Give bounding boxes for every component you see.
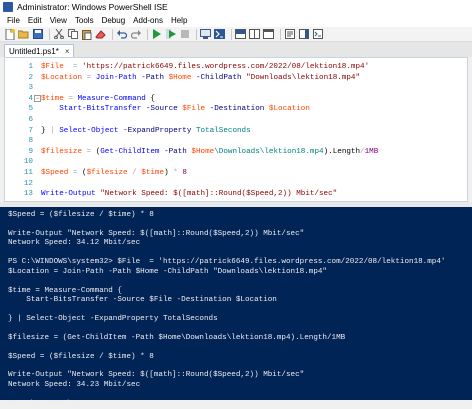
code-line: $Speed = ($filesize / $time) * 8 — [41, 168, 187, 177]
toolbar-separator — [196, 28, 197, 40]
console-line: $Location = Join-Path -Path $Home -Child… — [8, 267, 327, 276]
title-bar: Administrator: Windows PowerShell ISE — [0, 0, 472, 14]
console-line: $Speed = ($filesize / $time) * 8 — [8, 352, 154, 361]
cut-icon[interactable] — [53, 29, 64, 40]
toolbar-separator — [49, 28, 50, 40]
remote-icon[interactable] — [200, 29, 211, 40]
menu-tools[interactable]: Tools — [71, 16, 98, 25]
close-tab-icon[interactable]: × — [65, 47, 70, 56]
console-line: PS C:\WINDOWS\system32> — [8, 399, 113, 408]
run-icon[interactable] — [151, 29, 162, 40]
code-line: } | Select-Object -ExpandProperty TotalS… — [41, 126, 251, 135]
menu-addons[interactable]: Add-ons — [129, 16, 167, 25]
menu-debug[interactable]: Debug — [98, 16, 130, 25]
line-number: 1 — [28, 63, 33, 71]
console-line: $Speed = ($filesize / $time) * 8 — [8, 211, 154, 219]
menu-edit[interactable]: Edit — [24, 16, 46, 25]
redo-icon[interactable] — [130, 29, 141, 40]
layout-top-icon[interactable] — [235, 29, 246, 40]
line-number: 13 — [23, 190, 33, 199]
toolbar-separator — [112, 28, 113, 40]
console-line: Network Speed: 34.12 Mbit/sec — [8, 239, 141, 248]
line-number-gutter: 1 2 3 4 5 6 7 8 9 10 11 12 13 — [5, 62, 33, 200]
run-selection-icon[interactable] — [165, 29, 176, 40]
show-script-icon[interactable] — [284, 29, 295, 40]
fold-toggle-icon[interactable]: − — [34, 95, 41, 102]
show-commands-icon[interactable] — [312, 29, 323, 40]
line-number: 3 — [28, 84, 33, 93]
menu-help[interactable]: Help — [167, 16, 191, 25]
copy-icon[interactable] — [67, 29, 78, 40]
stop-icon[interactable] — [179, 29, 190, 40]
code-line: $filesize = (Get-ChildItem -Path $Home\D… — [41, 147, 379, 156]
layout-right-icon[interactable] — [249, 29, 260, 40]
tab-label: Untitled1.ps1* — [9, 47, 59, 56]
line-number: 10 — [23, 158, 33, 167]
open-icon[interactable] — [18, 29, 29, 40]
show-addon-icon[interactable] — [298, 29, 309, 40]
clear-icon[interactable] — [95, 29, 106, 40]
console-pane[interactable]: $Speed = ($filesize / $time) * 8 Write-O… — [0, 207, 472, 408]
layout-max-icon[interactable] — [263, 29, 274, 40]
line-number: 2 — [28, 73, 33, 82]
script-tab-strip: Untitled1.ps1* × — [0, 42, 472, 58]
code-line: Start-BitsTransfer -Source $File -Destin… — [59, 105, 310, 114]
console-line: Write-Output "Network Speed: $([math]::R… — [8, 371, 305, 380]
line-number: 6 — [28, 115, 33, 124]
script-code: $File = 'https://patrick6649.files.wordp… — [41, 62, 467, 200]
line-number: 8 — [28, 137, 33, 146]
new-icon[interactable] — [4, 28, 15, 40]
menu-view[interactable]: View — [46, 16, 71, 25]
code-line: $File = 'https://patrick6649.files.wordp… — [41, 63, 370, 71]
toolbar-separator — [147, 28, 148, 40]
save-icon[interactable] — [32, 29, 43, 40]
tab-untitled1[interactable]: Untitled1.ps1* × — [4, 44, 75, 58]
console-line: Start-BitsTransfer -Source $File -Destin… — [8, 295, 277, 304]
console-line: PS C:\WINDOWS\system32> $File = 'https:/… — [8, 258, 446, 267]
toolbar-separator — [231, 28, 232, 40]
console-line: Write-Output "Network Speed: $([math]::R… — [8, 229, 305, 238]
line-number: 5 — [28, 105, 33, 114]
line-number: 11 — [23, 168, 33, 177]
script-editor[interactable]: 1 2 3 4 5 6 7 8 9 10 11 12 13 − $File = … — [4, 57, 468, 202]
console-line: } | Select-Object -ExpandProperty TotalS… — [8, 314, 218, 323]
toolbar — [0, 27, 472, 42]
line-number: 12 — [23, 179, 33, 188]
code-line: Write-Output "Network Speed: $([math]::R… — [41, 190, 338, 199]
undo-icon[interactable] — [116, 29, 127, 40]
menu-bar: File Edit View Tools Debug Add-ons Help — [0, 14, 472, 27]
powershell-icon[interactable] — [214, 29, 225, 40]
code-line: $time = Measure-Command { — [41, 94, 155, 103]
paste-icon[interactable] — [81, 29, 92, 40]
line-number: 7 — [28, 126, 33, 135]
console-output: $Speed = ($filesize / $time) * 8 Write-O… — [8, 211, 472, 409]
powershell-ise-app-icon — [3, 2, 13, 12]
code-line: $Location = Join-Path -Path $Home -Child… — [41, 73, 361, 82]
toolbar-separator — [280, 28, 281, 40]
line-number: 9 — [28, 147, 33, 156]
menu-file[interactable]: File — [3, 16, 24, 25]
console-line: Network Speed: 34.23 Mbit/sec — [8, 380, 141, 389]
console-line: $time = Measure-Command { — [8, 286, 122, 295]
window-title: Administrator: Windows PowerShell ISE — [17, 2, 168, 12]
line-number: 4 — [28, 94, 33, 103]
console-line: $filesize = (Get-ChildItem -Path $Home\D… — [8, 333, 346, 342]
